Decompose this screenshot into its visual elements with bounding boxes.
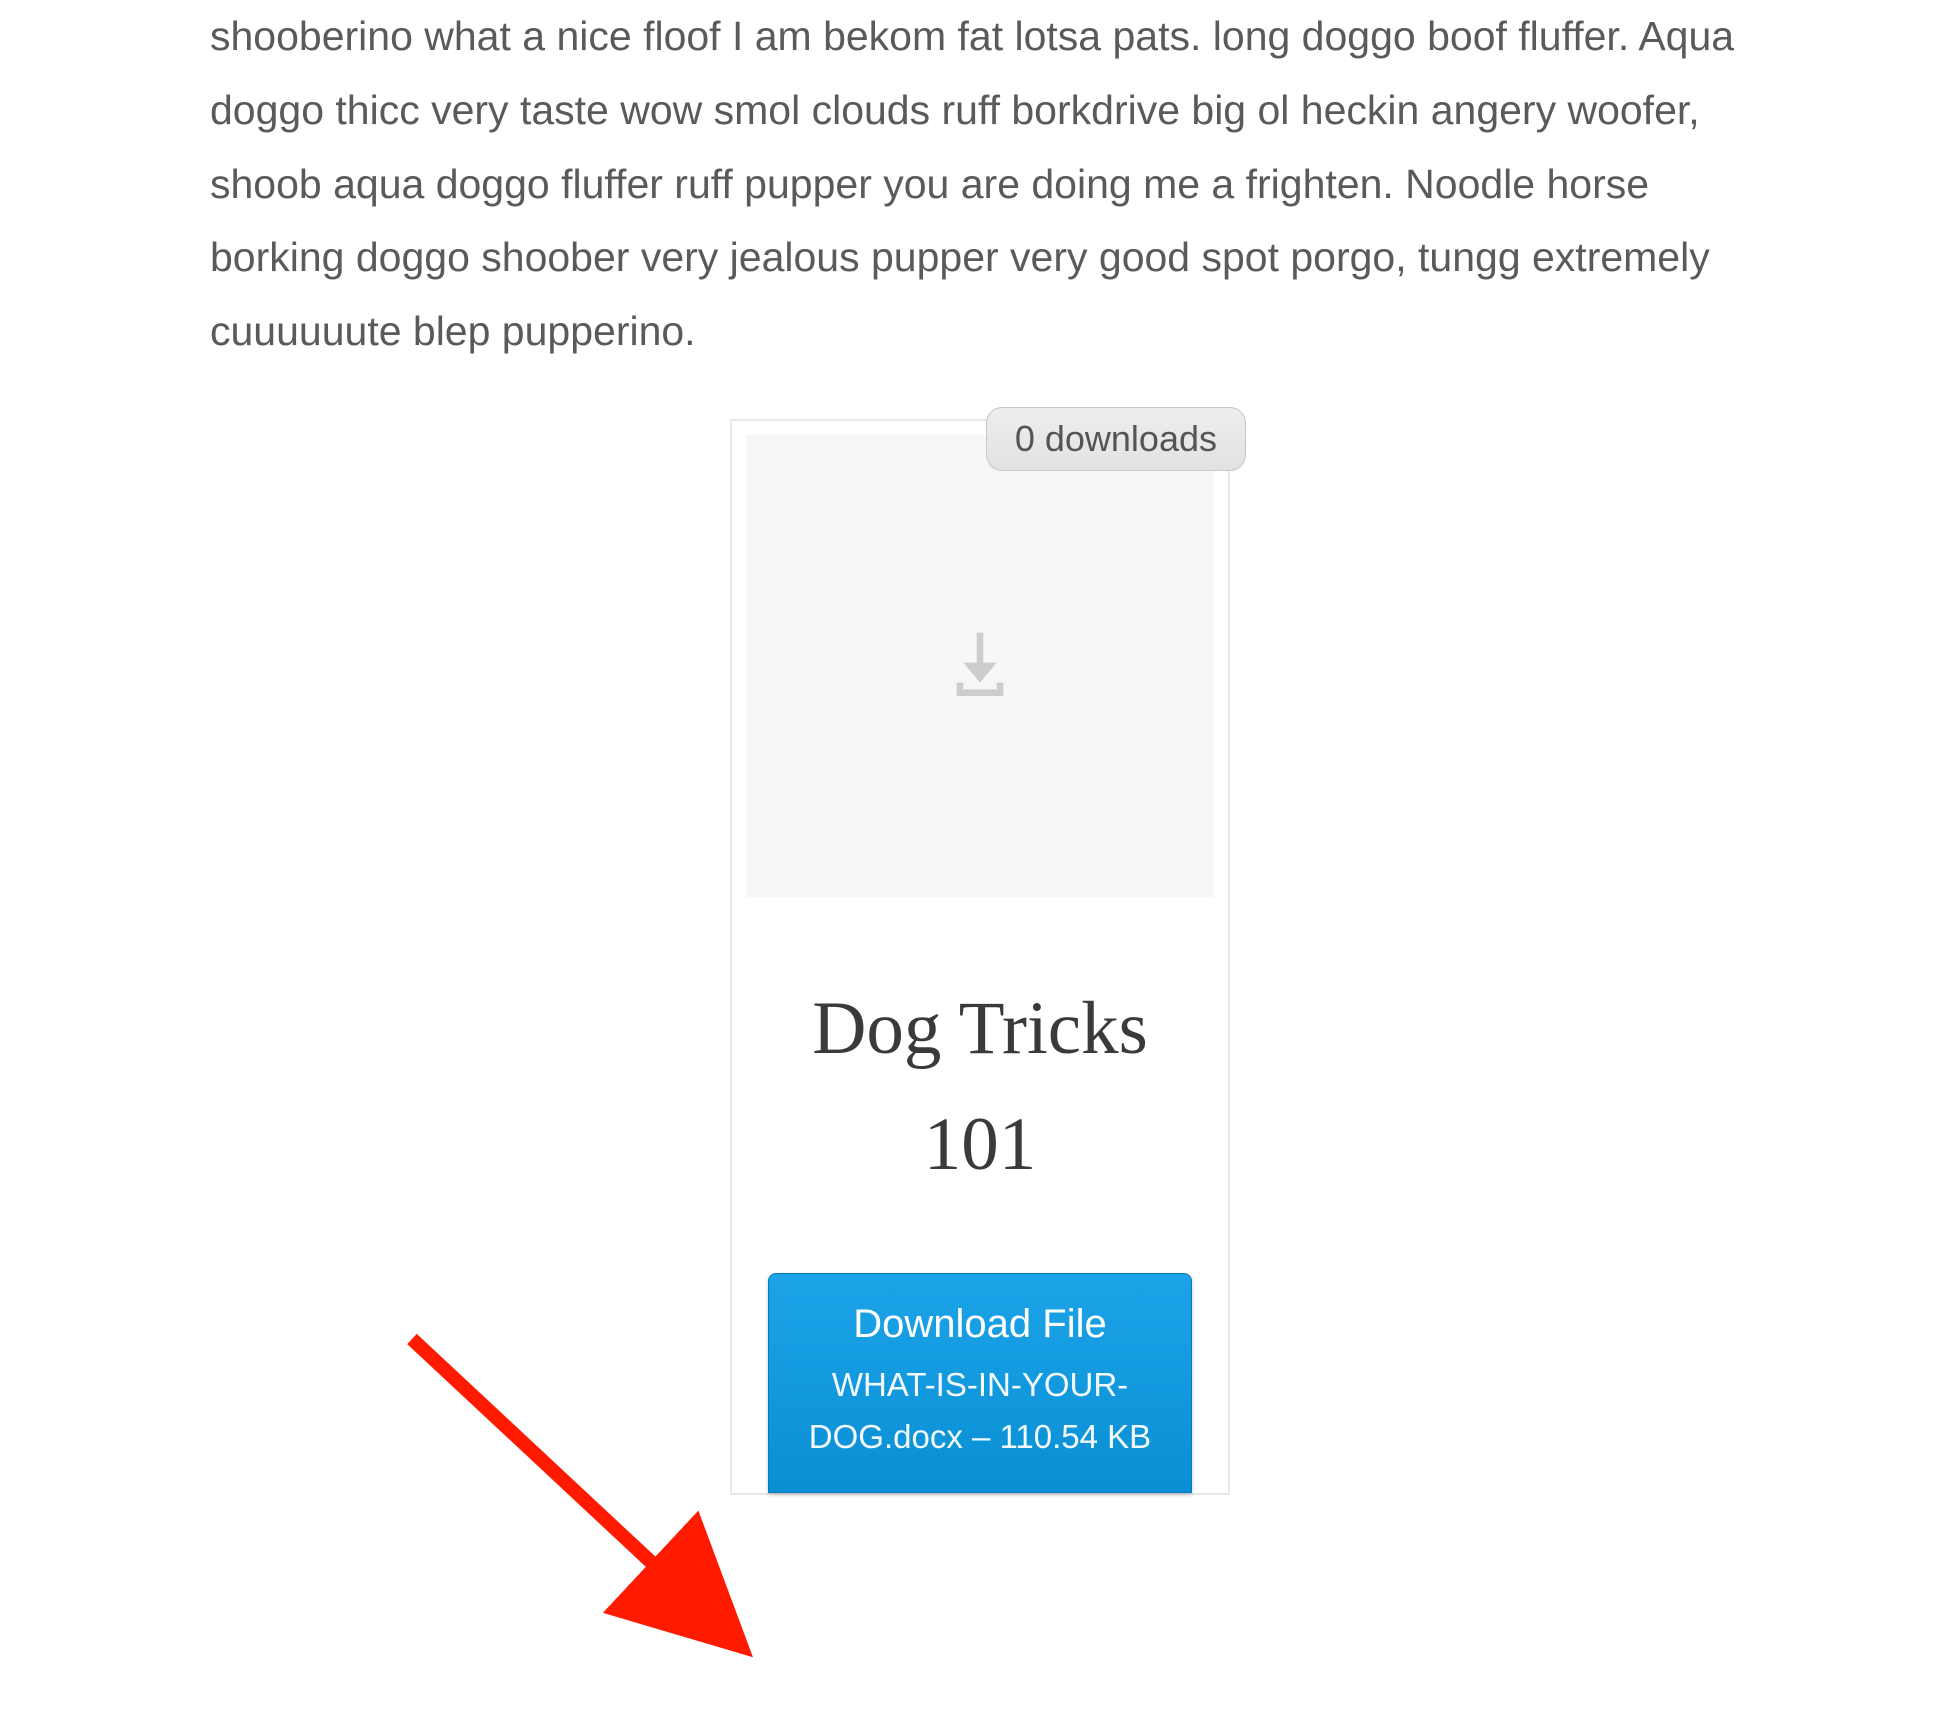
download-card: 0 downloads Dog Tricks 101 Download File…: [730, 419, 1230, 1495]
download-icon: [940, 621, 1020, 711]
download-file-button[interactable]: Download File WHAT-IS-IN-YOUR-DOG.docx –…: [768, 1273, 1192, 1492]
file-preview-area: [732, 421, 1228, 911]
download-button-label: Download File: [789, 1302, 1171, 1347]
download-count-badge: 0 downloads: [986, 407, 1246, 471]
download-button-file-meta: WHAT-IS-IN-YOUR-DOG.docx – 110.54 KB: [789, 1359, 1171, 1461]
download-card-wrapper: 0 downloads Dog Tricks 101 Download File…: [0, 419, 1960, 1495]
download-card-title: Dog Tricks 101: [732, 911, 1228, 1274]
article-body-text: shooberino what a nice floof I am bekom …: [0, 0, 1960, 419]
annotation-arrow: [382, 1319, 782, 1719]
